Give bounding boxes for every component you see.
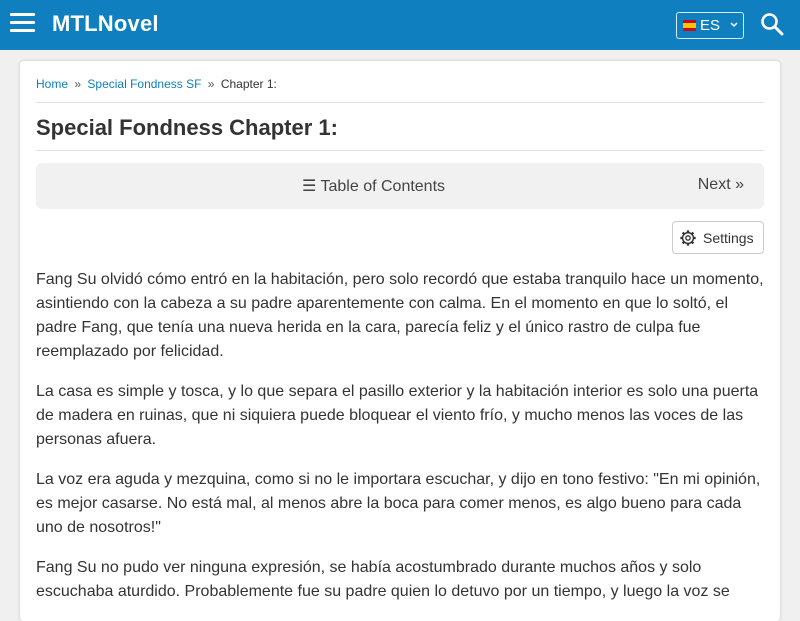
chapter-navigation: ☰ Table of Contents Next » [36,163,764,209]
chapter-title: Special Fondness Chapter 1: [36,115,338,140]
top-navbar: MTLNovel ES [0,0,800,50]
paragraph: La casa es simple y tosca, y lo que sepa… [36,383,759,448]
paragraph: Fang Su olvidó cómo entró en la habitaci… [36,271,764,360]
breadcrumb-current: Chapter 1: [220,77,277,91]
language-select[interactable]: ES [676,12,744,39]
breadcrumb-separator: » [74,77,82,91]
divider [36,150,764,151]
chevron-down-icon [730,22,738,28]
breadcrumb-separator: » [207,77,215,91]
search-icon[interactable] [760,12,784,36]
breadcrumb: Home » Special Fondness SF » Chapter 1: [36,77,277,91]
paragraph: Fang Su no pudo ver ninguna expresión, s… [36,559,730,600]
breadcrumb-novel-link[interactable]: Special Fondness SF [87,77,201,91]
chapter-card: Home » Special Fondness SF » Chapter 1: … [20,61,780,621]
gear-icon [680,230,696,246]
next-chapter-link[interactable]: Next » [698,176,744,194]
chapter-content: Fang Su olvidó cómo entró en la habitaci… [36,268,766,620]
spain-flag-icon [683,20,696,31]
hamburger-menu-icon[interactable] [10,13,35,33]
language-code: ES [700,17,721,34]
breadcrumb-home-link[interactable]: Home [36,77,68,91]
table-of-contents-link[interactable]: ☰ Table of Contents [302,176,445,196]
divider [36,102,764,103]
settings-button[interactable]: Settings [672,221,764,254]
site-logo[interactable]: MTLNovel [52,11,159,37]
settings-label: Settings [703,230,754,246]
paragraph: La voz era aguda y mezquina, como si no … [36,471,761,536]
